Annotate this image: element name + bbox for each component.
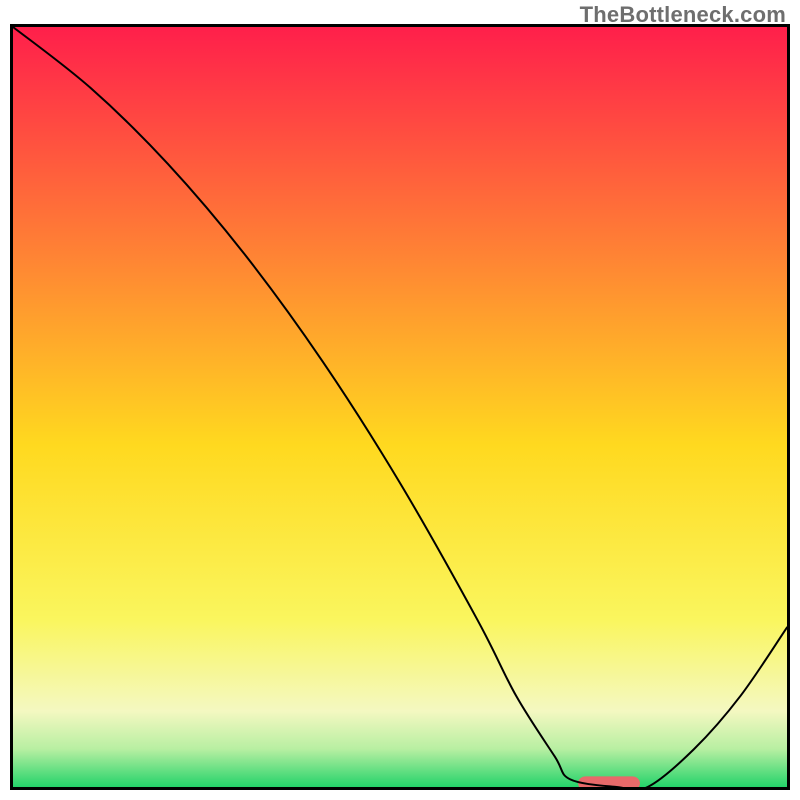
gradient-background (13, 27, 787, 787)
plot-frame (10, 24, 790, 790)
plot-svg (10, 24, 790, 790)
watermark-text: TheBottleneck.com (580, 2, 786, 28)
chart-container: TheBottleneck.com (0, 0, 800, 800)
